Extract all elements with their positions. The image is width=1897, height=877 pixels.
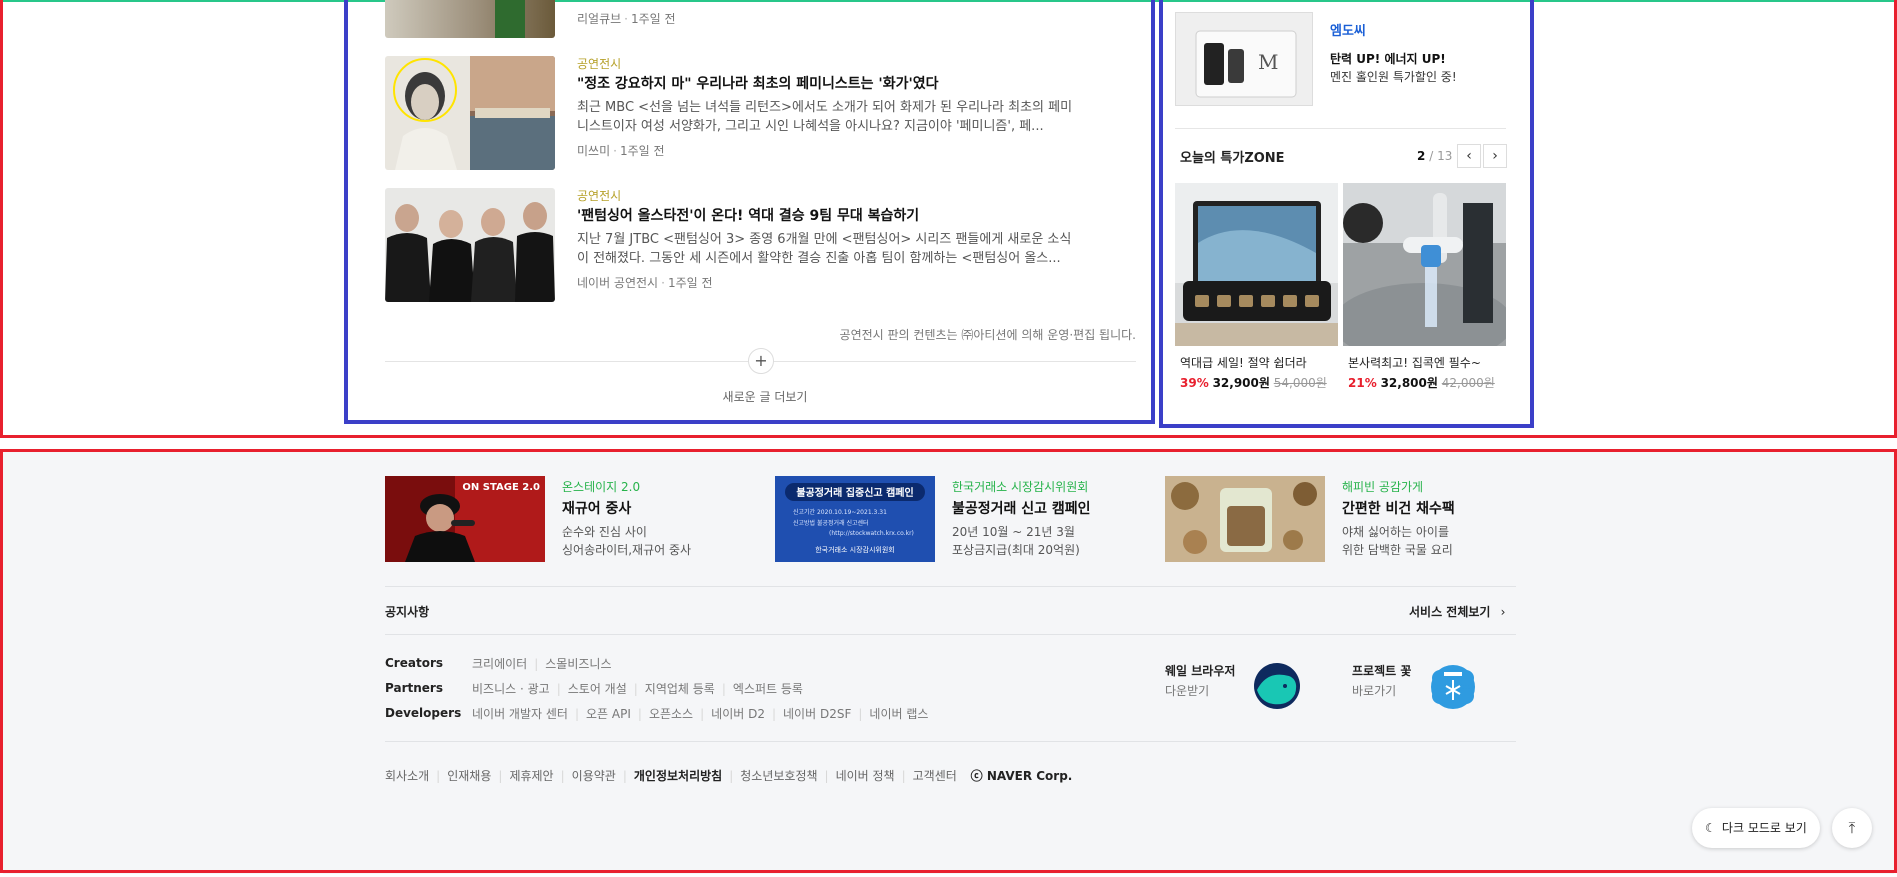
overlay-box: [1159, 0, 1534, 428]
overlay-box: [0, 449, 1897, 873]
overlay-box: [344, 0, 1155, 424]
